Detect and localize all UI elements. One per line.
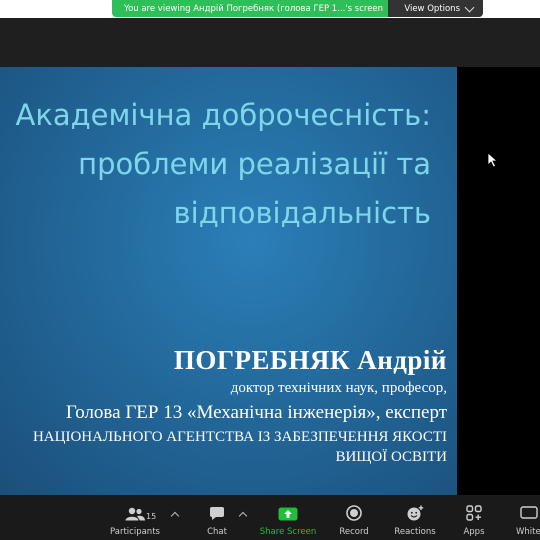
participants-count: 15 (146, 512, 157, 521)
share-screen-button[interactable]: Share Screen (258, 495, 318, 540)
slide-title-line: Академічна доброчесність: (15, 98, 431, 132)
screen-share-banner: You are viewing Андрій Погребняк (голова… (112, 0, 483, 17)
author-block: ПОГРЕБНЯК Андрій доктор технічних наук, … (33, 343, 447, 467)
whiteboards-icon (512, 495, 538, 521)
chat-icon (209, 495, 225, 521)
chat-options-caret-icon[interactable] (238, 511, 248, 521)
chevron-down-icon (464, 2, 475, 12)
banner-text: You are viewing Андрій Погребняк (голова… (124, 3, 384, 14)
chat-button[interactable]: Chat (197, 495, 237, 540)
apps-label: Apps (463, 527, 485, 537)
apps-icon (466, 495, 482, 521)
meeting-toolbar: Participants 15 Chat Share Screen Record… (0, 495, 540, 540)
video-panel (457, 67, 540, 495)
meeting-header (0, 18, 540, 67)
agency-line: НАЦІОНАЛЬНОГО АГЕНТСТВА ІЗ ЗАБЕЗПЕЧЕННЯ … (32, 429, 447, 445)
reactions-icon (406, 495, 424, 521)
slide-title: Академічна доброчесність: проблеми реалі… (0, 91, 431, 238)
share-screen-label: Share Screen (259, 527, 317, 537)
apps-button[interactable]: Apps (456, 495, 492, 540)
shared-slide: Академічна доброчесність: проблеми реалі… (0, 67, 457, 495)
view-options-button[interactable]: View Options (388, 0, 483, 17)
participants-icon (124, 495, 146, 521)
mouse-cursor-icon (487, 152, 499, 168)
author-name: ПОГРЕБНЯК Андрій (173, 345, 447, 375)
agency-line: ВИЩОЇ ОСВІТИ (335, 449, 447, 465)
participants-label: Participants (110, 527, 160, 537)
view-options-label: View Options (404, 3, 460, 14)
record-button[interactable]: Record (334, 495, 374, 540)
author-role: Голова ГЕР 13 «Механічна інженерія», екс… (65, 402, 447, 423)
participants-options-caret-icon[interactable] (170, 511, 180, 521)
record-label: Record (339, 527, 369, 537)
share-screen-icon (278, 495, 298, 521)
author-degree: доктор технічних наук, професор, (230, 380, 447, 396)
reactions-button[interactable]: Reactions (392, 495, 438, 540)
chat-label: Chat (207, 527, 227, 537)
slide-title-line: проблеми реалізації та (78, 147, 431, 181)
reactions-label: Reactions (394, 527, 436, 537)
record-icon (346, 495, 362, 521)
whiteboards-button[interactable]: Whiteboards (512, 495, 540, 540)
slide-title-line: відповідальність (173, 196, 431, 230)
whiteboards-label: Whiteboards (516, 527, 540, 537)
